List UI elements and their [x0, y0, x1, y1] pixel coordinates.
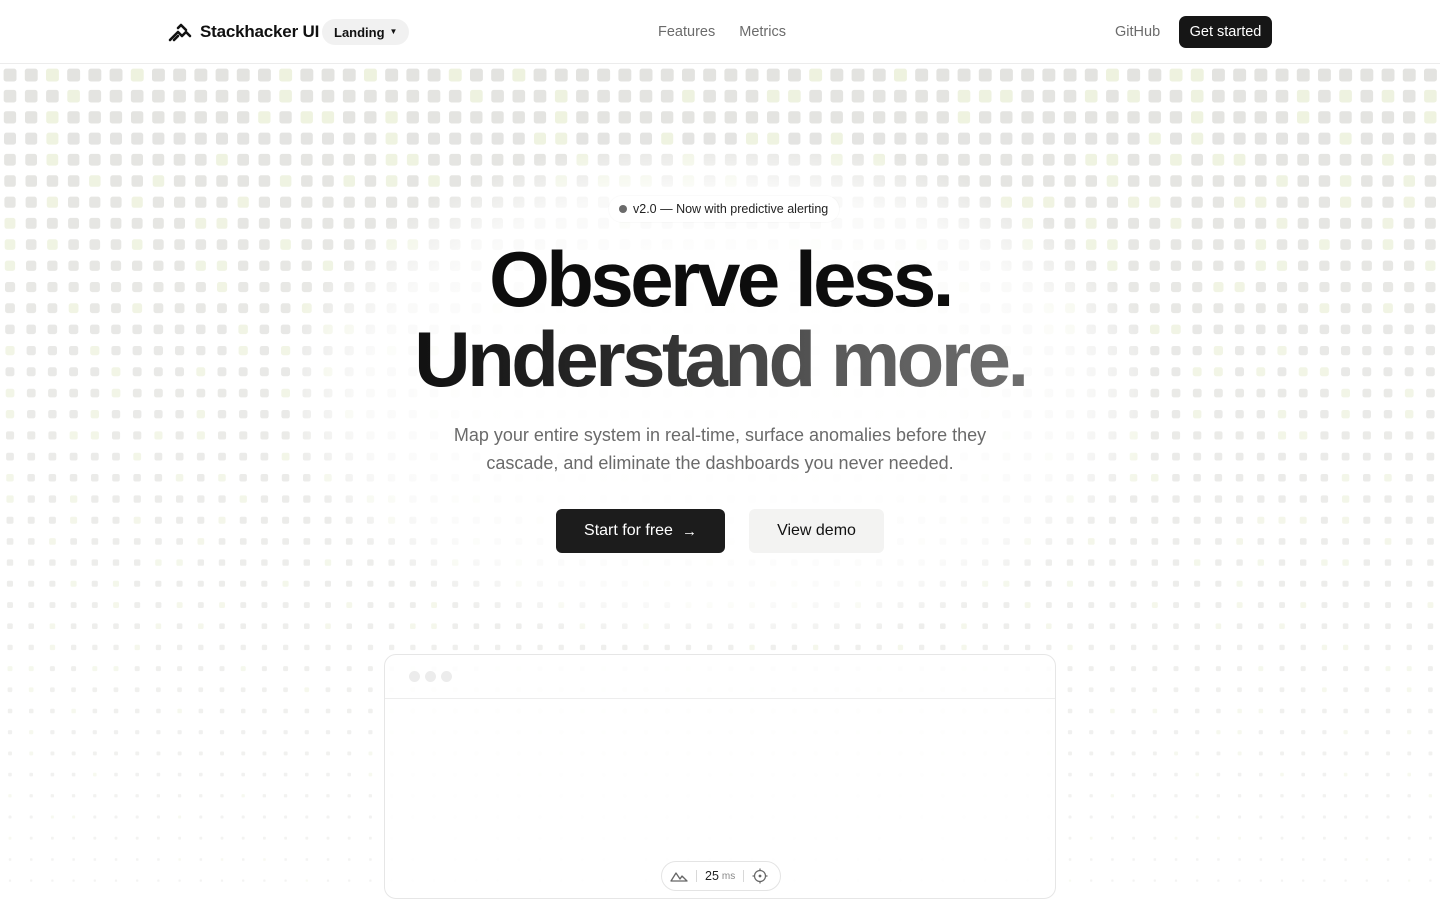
brand-name: Stackhacker UI: [200, 22, 320, 41]
github-link[interactable]: GitHub: [1115, 24, 1160, 40]
main-nav: Features Metrics: [658, 24, 786, 40]
hero-subtext: Map your entire system in real-time, sur…: [453, 425, 987, 473]
perf-divider: [743, 870, 745, 882]
start-for-free-button[interactable]: Start for free →: [556, 509, 725, 553]
nav-metrics[interactable]: Metrics: [739, 24, 786, 40]
headline-line-1: Observe less.: [489, 235, 954, 323]
release-badge[interactable]: v2.0 — Now with predictive alerting: [609, 196, 840, 222]
arrow-right-icon: →: [681, 522, 697, 540]
window-maximize-dot: [441, 671, 452, 682]
latency-value: 25: [705, 869, 719, 883]
crosshair-icon[interactable]: [752, 868, 768, 884]
nav-features[interactable]: Features: [658, 24, 715, 40]
latency-unit: ms: [721, 870, 736, 882]
view-demo-button[interactable]: View demo: [749, 509, 884, 553]
headline-line-2: Understand more.: [414, 315, 1029, 403]
top-navbar: Stackhacker UI Landing ▼ Features Metric…: [0, 0, 1440, 64]
caret-down-icon: ▼: [389, 27, 398, 36]
variant-label: Landing: [334, 24, 385, 40]
app-preview-window: 25 ms: [384, 654, 1056, 899]
window-close-dot: [409, 671, 420, 682]
preview-titlebar: [385, 655, 1055, 699]
perf-divider: [696, 870, 697, 882]
status-dot: [619, 205, 627, 213]
variant-dropdown[interactable]: Landing ▼: [322, 19, 410, 45]
brand-link[interactable]: Stackhacker UI: [168, 20, 319, 44]
hero-headline: Observe less. Understand more.: [0, 238, 1440, 398]
get-started-button[interactable]: Get started: [1179, 16, 1272, 48]
stackhacker-logo-icon: [168, 23, 192, 42]
perf-toolbar: 25 ms: [661, 861, 781, 891]
mountain-icon[interactable]: [670, 870, 688, 882]
window-minimize-dot: [425, 671, 436, 682]
start-for-free-label: Start for free: [584, 522, 673, 539]
release-badge-text: v2.0 — Now with predictive alerting: [633, 202, 829, 216]
